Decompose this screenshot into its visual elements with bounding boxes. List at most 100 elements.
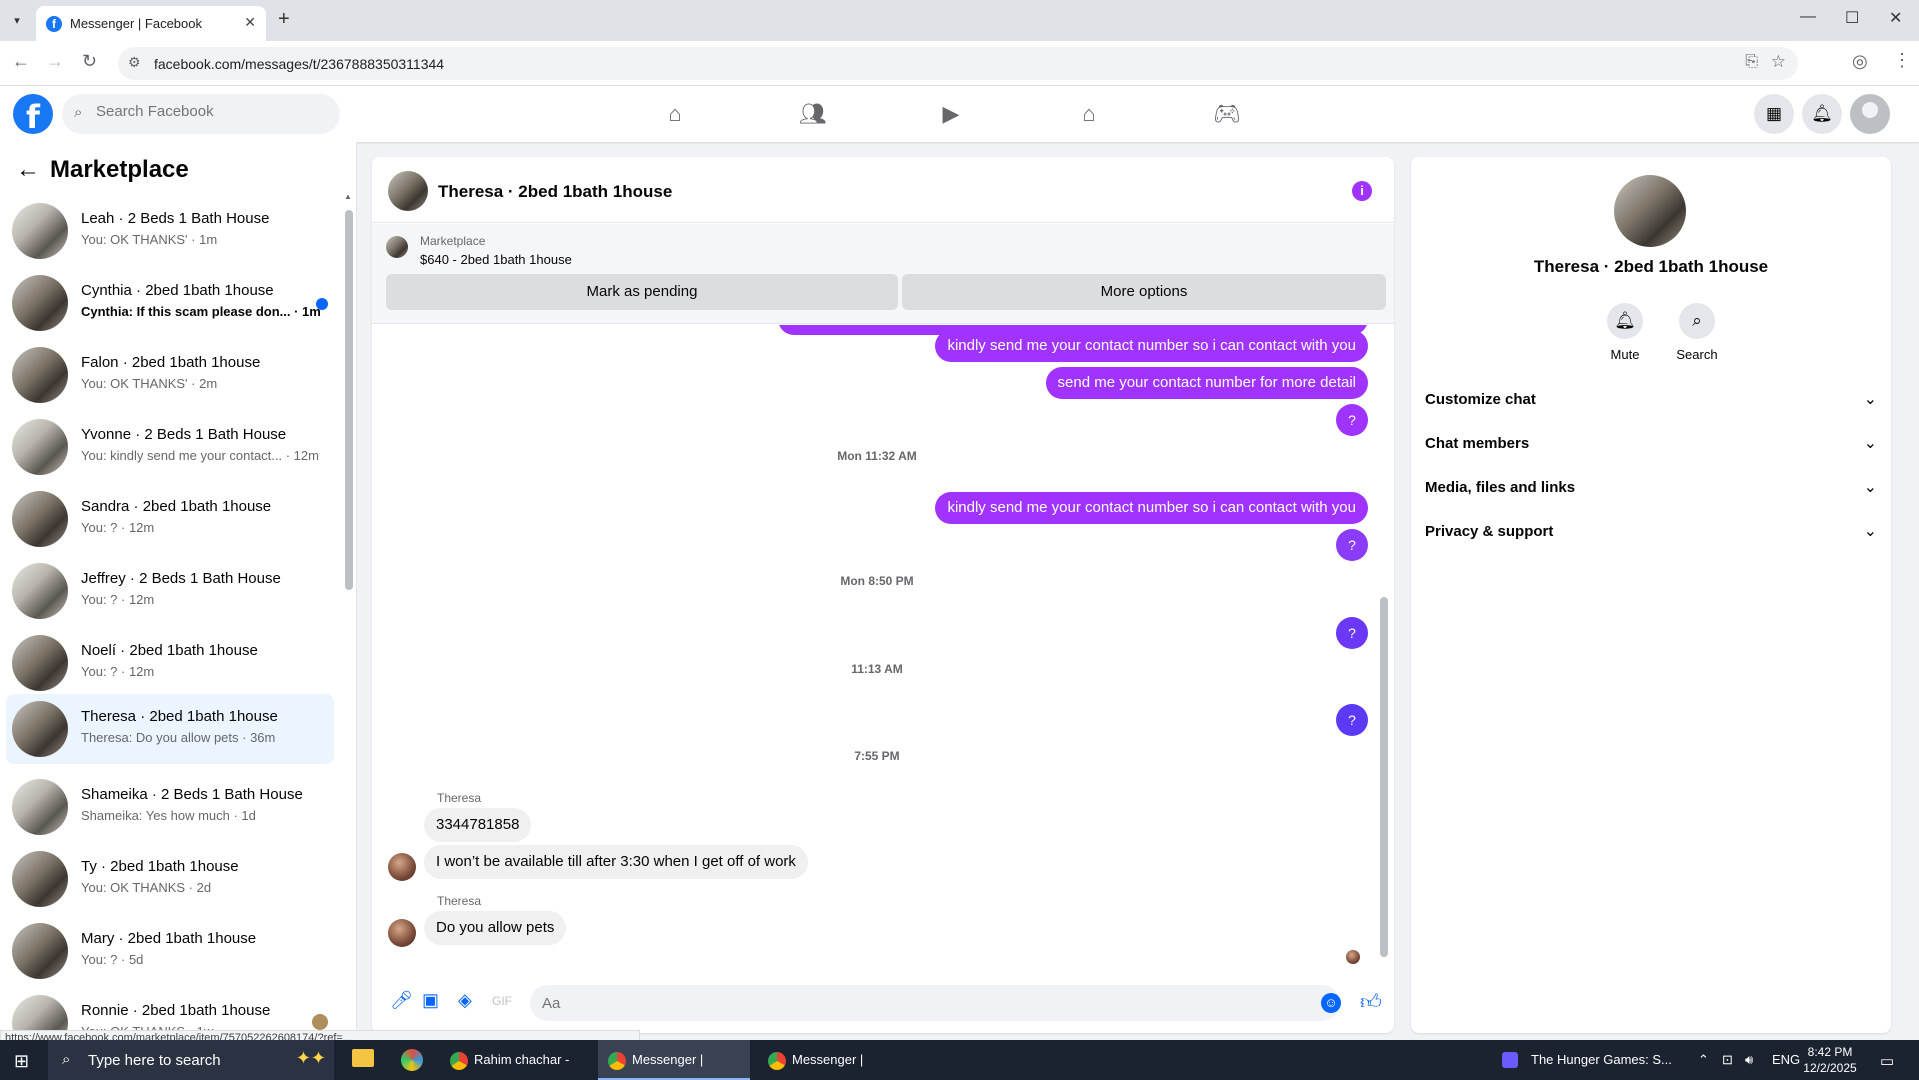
install-app-icon[interactable]: ⎘	[1745, 53, 1758, 71]
conversation-item[interactable]: Falon · 2bed 1bath 1house You: OK THANKS…	[6, 340, 334, 410]
message-scrollbar[interactable]	[1380, 597, 1388, 957]
conversation-item[interactable]: Jeffrey · 2 Beds 1 Bath House You: ? · 1…	[6, 556, 334, 626]
gaming-icon[interactable]: 🎮︎	[1207, 96, 1247, 132]
privacy-support-row[interactable]: Privacy & support ⌄	[1425, 513, 1877, 549]
video-icon[interactable]: ▶	[931, 96, 971, 132]
network-icon[interactable]: ⊡	[1722, 1052, 1733, 1068]
paint-icon[interactable]	[401, 1049, 423, 1071]
outgoing-message[interactable]: ?	[1336, 704, 1368, 736]
seen-avatar	[312, 1014, 328, 1030]
facebook-search[interactable]: ⌕	[62, 94, 340, 134]
close-window-icon[interactable]: ✕	[1889, 8, 1902, 28]
omnibox[interactable]: ⚙ facebook.com/messages/t/23678883503113…	[118, 47, 1798, 80]
conversation-list-panel: ← Marketplace ▲ Leah · 2 Beds 1 Bath Hou…	[0, 142, 357, 1038]
section-label: Media, files and links	[1425, 479, 1576, 496]
media-title[interactable]: The Hunger Games: S...	[1531, 1052, 1672, 1067]
gif-icon[interactable]: GIF	[492, 994, 512, 1008]
conversation-item[interactable]: Mary · 2bed 1bath 1house You: ? · 5d	[6, 916, 334, 986]
search-conversation-button[interactable]: ⌕ Search	[1667, 303, 1727, 362]
photo-icon[interactable]: ▣	[422, 990, 439, 1011]
notification-center-icon[interactable]: ▭	[1880, 1052, 1894, 1070]
sender-avatar[interactable]	[388, 853, 416, 881]
new-tab-icon[interactable]: +	[278, 8, 290, 31]
marketplace-icon[interactable]: ⌂	[1069, 96, 1109, 132]
info-icon[interactable]: i	[1352, 181, 1372, 201]
message-input[interactable]	[530, 985, 1340, 1021]
listing-photo	[12, 701, 68, 757]
scroll-up-icon[interactable]: ▲	[344, 192, 352, 201]
forward-icon[interactable]: →	[46, 51, 64, 72]
taskbar-app-active[interactable]: Messenger | Faceb...	[598, 1040, 750, 1080]
chat-avatar[interactable]	[388, 171, 428, 211]
composer: 🎤︎ ▣ ◈ GIF ☺ 👍︎	[372, 975, 1394, 1033]
windows-start-icon[interactable]: ⊞	[14, 1051, 29, 1072]
conversation-item[interactable]: Yvonne · 2 Beds 1 Bath House You: kindly…	[6, 412, 334, 482]
language-indicator[interactable]: ENG	[1772, 1052, 1800, 1067]
conversation-item[interactable]: Noelí · 2bed 1bath 1house You: ? · 12m	[6, 628, 334, 698]
site-info-icon[interactable]: ⚙	[128, 54, 141, 71]
home-icon[interactable]: ⌂	[655, 96, 695, 132]
url-text[interactable]: facebook.com/messages/t/2367888350311344	[154, 56, 444, 72]
listing-photo	[12, 563, 68, 619]
sticker-icon[interactable]: ◈	[458, 990, 472, 1011]
thumbs-up-icon[interactable]: 👍︎	[1360, 989, 1382, 1015]
media-player-icon[interactable]	[1502, 1052, 1518, 1068]
back-icon[interactable]: ←	[12, 51, 30, 72]
friends-icon[interactable]: 👥︎	[793, 96, 833, 132]
microphone-icon[interactable]: 🎤︎	[390, 990, 413, 1011]
outgoing-message[interactable]: ?	[1336, 404, 1368, 436]
outgoing-message[interactable]: kindly send me your contact number so i …	[935, 330, 1368, 362]
conversation-name: Theresa · 2bed 1bath 1house	[81, 708, 278, 725]
conversation-item[interactable]: Sandra · 2bed 1bath 1house You: ? · 12m	[6, 484, 334, 554]
file-explorer-icon[interactable]	[352, 1049, 374, 1067]
taskbar-app[interactable]: Messenger | Faceb...	[758, 1040, 910, 1080]
sender-avatar[interactable]	[388, 919, 416, 947]
chat-title[interactable]: Theresa · 2bed 1bath 1house	[438, 182, 672, 202]
facebook-logo-icon[interactable]: f	[13, 94, 53, 136]
conversation-list-scrollbar[interactable]	[345, 210, 353, 590]
conversation-item-active[interactable]: Theresa · 2bed 1bath 1house Theresa: Do …	[6, 694, 334, 764]
mark-pending-button[interactable]: Mark as pending	[386, 274, 898, 310]
menu-grid-icon[interactable]: ▦	[1754, 94, 1794, 134]
conversation-item[interactable]: Cynthia · 2bed 1bath 1house Cynthia: If …	[6, 268, 334, 338]
conversation-item[interactable]: Shameika · 2 Beds 1 Bath House Shameika:…	[6, 772, 334, 842]
outgoing-message[interactable]: send me your contact number for more det…	[1045, 367, 1368, 399]
taskbar-search[interactable]: ⌕ Type here to search ✦✦	[48, 1040, 334, 1080]
banner-listing[interactable]: $640 - 2bed 1bath 1house	[420, 252, 572, 267]
media-files-row[interactable]: Media, files and links ⌄	[1425, 469, 1877, 505]
volume-icon[interactable]: 🔊︎	[1745, 1052, 1753, 1068]
outgoing-message[interactable]: ?	[1336, 617, 1368, 649]
notifications-bell-icon[interactable]: 🔔︎	[1802, 94, 1842, 134]
incoming-message[interactable]: I won’t be available till after 3:30 whe…	[424, 845, 808, 879]
conversation-item[interactable]: Leah · 2 Beds 1 Bath House You: OK THANK…	[6, 196, 334, 266]
conversation-snippet: You: OK THANKS' · 1m	[81, 232, 218, 247]
taskbar-app[interactable]: Rahim chachar - G...	[440, 1040, 592, 1080]
clock[interactable]: 8:42 PM 12/2/2025	[1800, 1044, 1860, 1076]
bookmark-star-icon[interactable]: ☆	[1771, 52, 1786, 72]
outgoing-message[interactable]: kindly send me your contact number so i …	[935, 492, 1368, 524]
browser-menu-icon[interactable]: ⋮	[1893, 50, 1911, 71]
emoji-icon[interactable]: ☺	[1321, 993, 1341, 1013]
browser-profile-icon[interactable]: ◎	[1852, 51, 1868, 72]
conversation-item[interactable]: Ty · 2bed 1bath 1house You: OK THANKS · …	[6, 844, 334, 914]
more-options-button[interactable]: More options	[902, 274, 1386, 310]
tray-chevron-icon[interactable]: ⌃	[1698, 1052, 1709, 1068]
chevron-down-icon: ⌄	[1863, 435, 1877, 452]
maximize-icon[interactable]: ☐	[1845, 8, 1859, 28]
tab-list-icon[interactable]: ▾	[6, 10, 28, 32]
account-avatar[interactable]	[1850, 94, 1890, 134]
incoming-message[interactable]: Do you allow pets	[424, 911, 567, 945]
incoming-message[interactable]: 3344781858	[424, 808, 532, 842]
conversation-name: Sandra · 2bed 1bath 1house	[81, 498, 272, 515]
customize-chat-row[interactable]: Customize chat ⌄	[1425, 381, 1877, 417]
mute-button[interactable]: 🔔︎ Mute	[1595, 303, 1655, 362]
search-input[interactable]	[96, 103, 326, 120]
outgoing-message[interactable]: ?	[1336, 529, 1368, 561]
browser-tab[interactable]: f Messenger | Facebook ✕	[36, 6, 266, 41]
reload-icon[interactable]: ↻	[82, 51, 97, 72]
chat-members-row[interactable]: Chat members ⌄	[1425, 425, 1877, 461]
windows-taskbar: ⊞ ⌕ Type here to search ✦✦ Rahim chachar…	[0, 1040, 1919, 1080]
minimize-icon[interactable]: —	[1800, 8, 1816, 26]
close-tab-icon[interactable]: ✕	[244, 14, 256, 31]
browser-tabbar: ▾ f Messenger | Facebook ✕ + — ☐ ✕	[0, 0, 1919, 41]
